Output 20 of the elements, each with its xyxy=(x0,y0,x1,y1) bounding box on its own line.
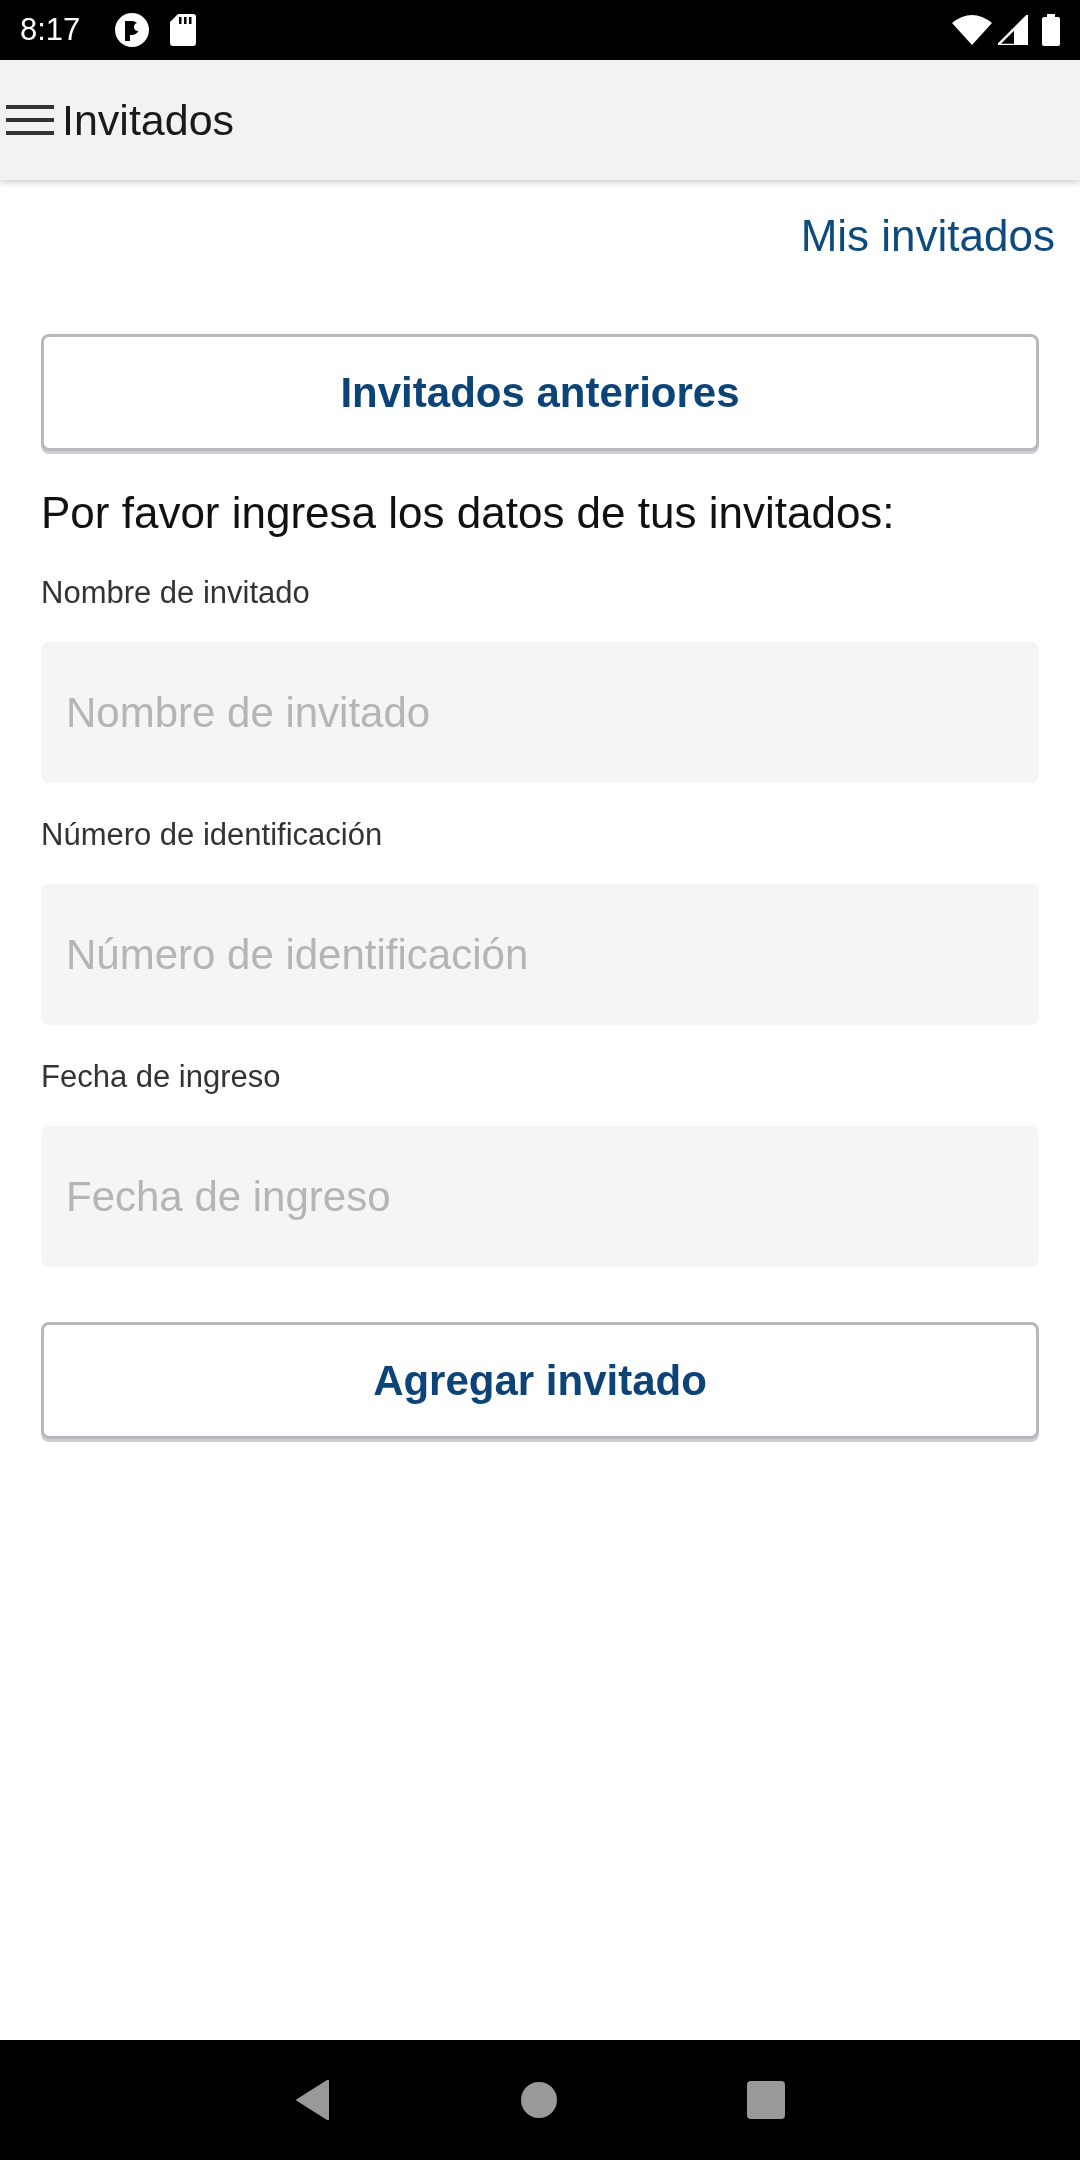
my-guests-link[interactable]: Mis invitados xyxy=(800,208,1055,264)
wifi-icon xyxy=(952,15,992,45)
back-icon[interactable] xyxy=(295,2079,331,2121)
input-field[interactable]: Número de identificación xyxy=(41,884,1039,1025)
input-field[interactable]: Fecha de ingreso xyxy=(41,1126,1039,1267)
field-label: Número de identificación xyxy=(41,816,384,854)
form-instructions: Por favor ingresa los datos de tus invitados: xyxy=(41,487,896,539)
input-field[interactable]: Nombre de invitado xyxy=(41,642,1039,783)
previous-guests-button[interactable]: Invitados anteriores xyxy=(41,334,1039,451)
battery-icon xyxy=(1042,14,1060,46)
field-label: Fecha de ingreso xyxy=(41,1058,282,1096)
field-label: Nombre de invitado xyxy=(41,574,311,612)
signal-icon xyxy=(998,15,1028,45)
app-bar-title: Invitados xyxy=(62,95,235,145)
status-time: 8:17 xyxy=(20,12,81,48)
add-guest-button[interactable]: Agregar invitado xyxy=(41,1322,1039,1439)
menu-icon[interactable] xyxy=(6,104,54,136)
home-icon[interactable] xyxy=(521,2082,557,2118)
sd-card-icon xyxy=(170,14,197,46)
app-notification-icon xyxy=(114,12,151,48)
